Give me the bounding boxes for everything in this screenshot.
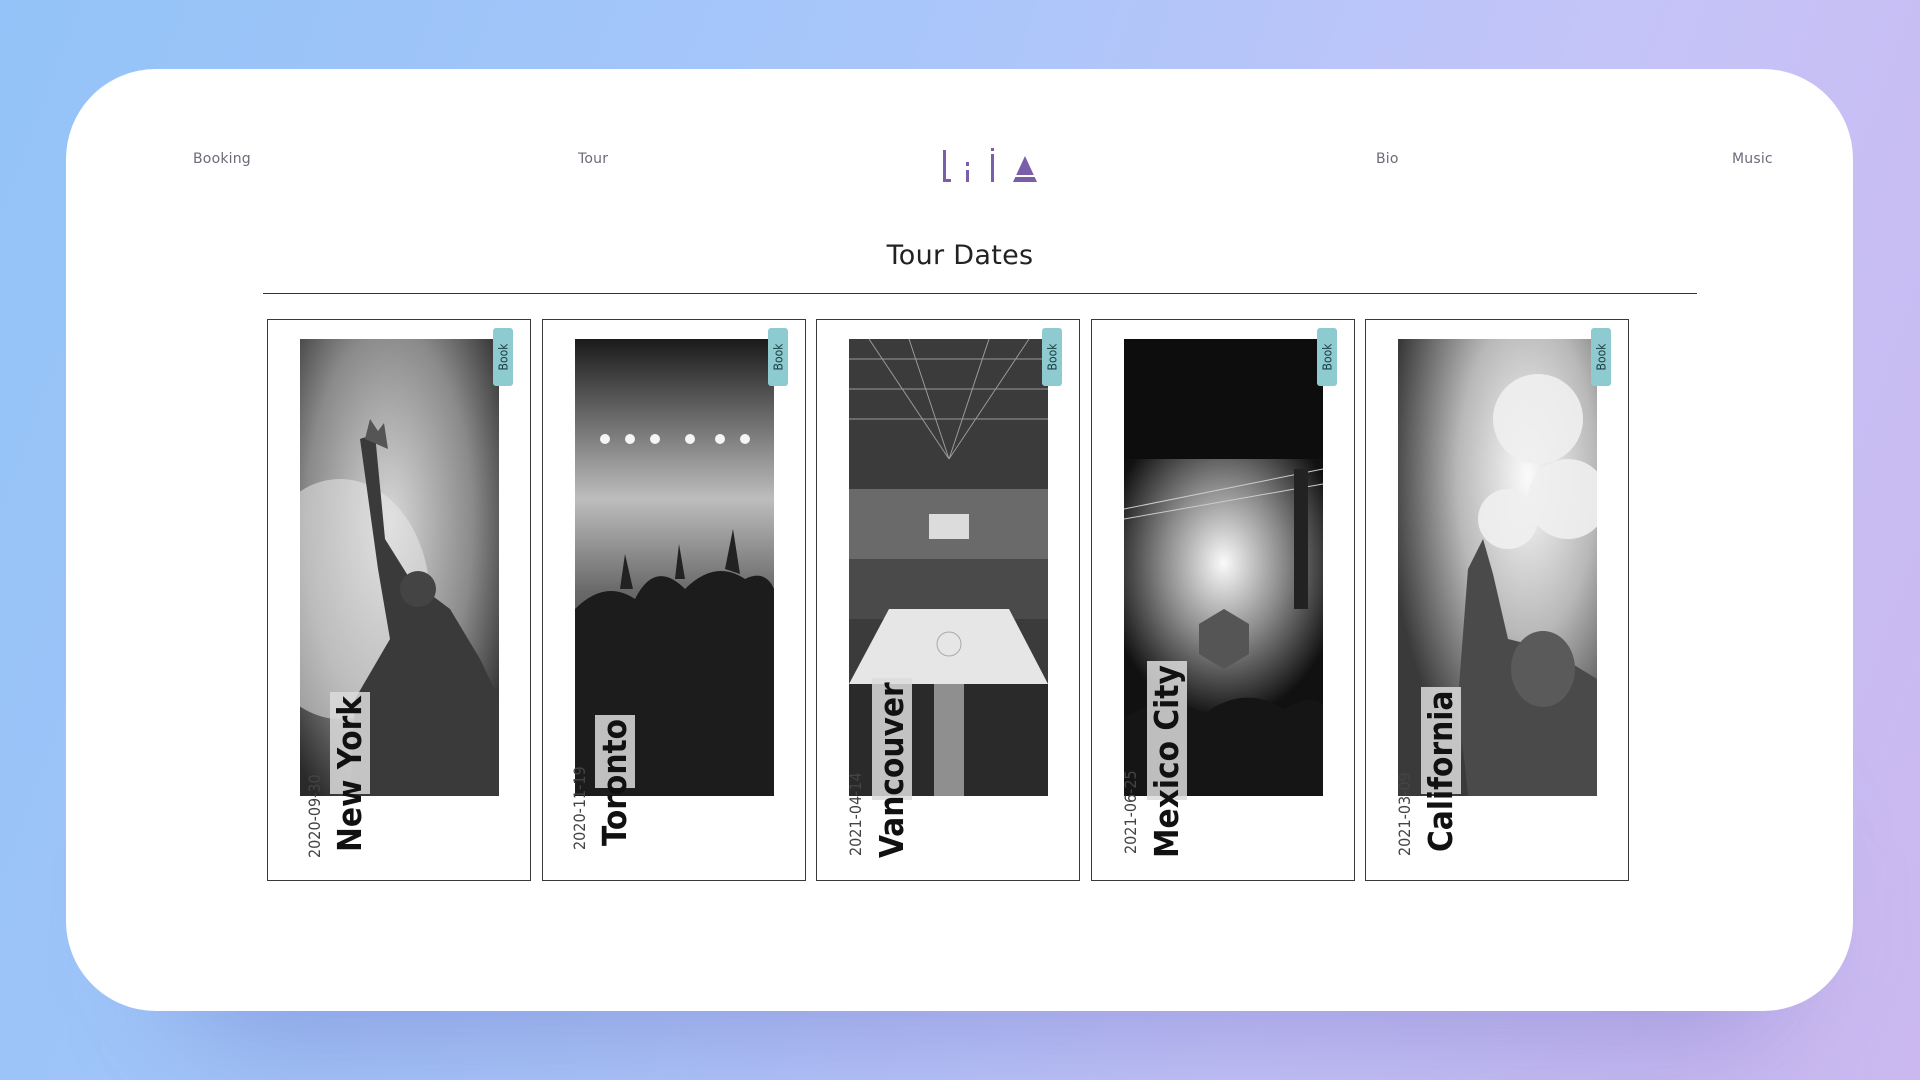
tour-city: California xyxy=(1421,686,1461,856)
nav-music[interactable]: Music xyxy=(1732,151,1773,167)
tour-city: New York xyxy=(330,692,370,856)
nav-tour[interactable]: Tour xyxy=(578,151,608,167)
title-divider xyxy=(263,293,1697,294)
tour-card-california: Book 2021-03-09 California xyxy=(1365,319,1629,881)
tour-date: 2020-09-30 xyxy=(305,774,324,858)
book-button[interactable]: Book xyxy=(1042,328,1062,386)
tour-date: 2021-06-25 xyxy=(1121,770,1140,854)
tour-card-new-york: Book 2020-09-30 New York xyxy=(267,319,531,881)
tour-city: Toronto xyxy=(595,714,635,850)
book-button[interactable]: Book xyxy=(1317,328,1337,386)
logo[interactable] xyxy=(939,148,1041,188)
book-button[interactable]: Book xyxy=(1591,328,1611,386)
tour-city: Mexico City xyxy=(1147,661,1187,862)
nav-bio[interactable]: Bio xyxy=(1376,151,1399,167)
tour-date: 2021-03-09 xyxy=(1395,772,1414,856)
tour-card-mexico-city: Book 2021-06-25 Mexico City xyxy=(1091,319,1355,881)
tour-date: 2021-04-14 xyxy=(846,772,865,856)
nav-booking[interactable]: Booking xyxy=(193,151,251,167)
book-button[interactable]: Book xyxy=(493,328,513,386)
tour-date: 2020-11-19 xyxy=(570,766,589,850)
page-title: Tour Dates xyxy=(886,240,1034,271)
tour-card-toronto: Book 2020-11-19 Toronto xyxy=(542,319,806,881)
book-button[interactable]: Book xyxy=(768,328,788,386)
tour-card-vancouver: Book 2021-04-14 Vancouver xyxy=(816,319,1080,881)
tour-city: Vancouver xyxy=(872,678,912,862)
